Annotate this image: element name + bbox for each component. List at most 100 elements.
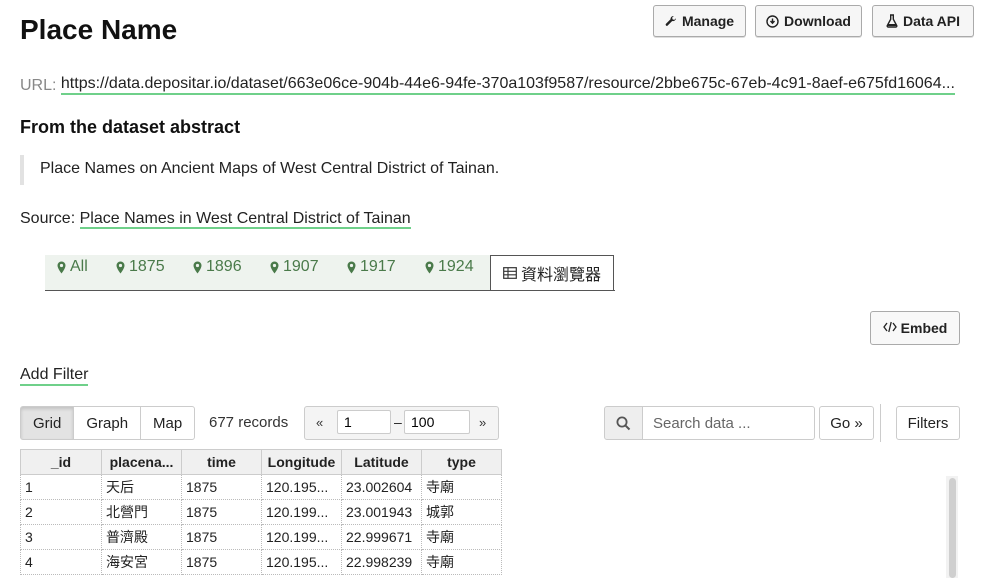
table-cell: 120.195... [261,474,342,500]
embed-label: Embed [900,320,948,336]
table-cell: 城郭 [421,499,502,525]
tab-1924[interactable]: 1924 [425,258,474,276]
manage-label: Manage [681,13,735,29]
column-header[interactable]: placena... [101,449,182,475]
table-cell: 1875 [181,524,262,550]
tab-1875[interactable]: 1875 [116,258,165,276]
search-group [604,406,815,440]
embed-button[interactable]: Embed [870,311,960,345]
tab-1917[interactable]: 1917 [347,258,396,276]
abstract-text: Place Names on Ancient Maps of West Cent… [40,160,500,177]
filters-button[interactable]: Filters [896,406,960,440]
tab-1907[interactable]: 1907 [270,258,319,276]
wrench-icon [665,15,677,27]
data-grid: _id placena... time Longitude Latitude t… [20,449,502,575]
column-header[interactable]: _id [20,449,102,475]
source-line: Source: Place Names in West Central Dist… [20,210,411,229]
toolbar-divider [880,404,881,442]
table-cell: 寺廟 [421,474,502,500]
tab-data-explorer[interactable]: 資料瀏覽器 [490,255,614,290]
table-row[interactable]: 4 海安宮 1875 120.195... 22.998239 寺廟 [20,549,502,575]
table-cell: 22.998239 [341,549,422,575]
table-cell: 海安宮 [101,549,182,575]
column-header[interactable]: Longitude [261,449,342,475]
table-cell: 寺廟 [421,524,502,550]
map-marker-icon [347,261,356,274]
page-title: Place Name [20,14,178,45]
graph-view-button[interactable]: Graph [73,406,142,440]
map-view-button[interactable]: Map [140,406,196,440]
page-range-dash: – [394,414,402,430]
source-label: Source: [20,210,76,227]
page-from-input[interactable] [337,410,391,434]
grid-scrollbar[interactable] [946,476,958,578]
table-cell: 120.195... [261,549,342,575]
scrollbar-thumb[interactable] [949,478,956,578]
download-label: Download [784,13,851,29]
map-marker-icon [425,261,434,274]
table-icon [503,267,517,279]
search-input[interactable] [643,406,815,440]
table-cell: 3 [20,524,102,550]
grid-view-button[interactable]: Grid [20,406,75,440]
table-cell: 22.999671 [341,524,422,550]
column-header[interactable]: Latitude [341,449,422,475]
table-cell: 120.199... [261,524,342,550]
table-cell: 23.001943 [341,499,422,525]
url-label: URL: [20,77,57,94]
manage-button[interactable]: Manage [653,5,746,37]
table-cell: 1875 [181,549,262,575]
resource-url-link[interactable]: https://data.depositar.io/dataset/663e06… [60,75,955,95]
tab-1875-label: 1875 [129,258,165,275]
view-tabs: All 1875 1896 1907 1917 1924 資料瀏覽器 [45,255,615,291]
table-cell: 1875 [181,474,262,500]
record-count: 677 records [209,414,289,431]
prev-page-button[interactable]: « [316,415,323,430]
table-row[interactable]: 1 天后 1875 120.195... 23.002604 寺廟 [20,474,502,500]
tab-1907-label: 1907 [283,258,319,275]
tab-data-explorer-label: 資料瀏覽器 [520,267,601,284]
pagination: « – » [304,406,499,440]
download-button[interactable]: Download [755,5,862,37]
data-api-label: Data API [902,13,961,29]
table-cell: 普濟殿 [101,524,182,550]
source-link[interactable]: Place Names in West Central District of … [79,210,411,229]
map-marker-icon [116,261,125,274]
table-row[interactable]: 3 普濟殿 1875 120.199... 22.999671 寺廟 [20,524,502,550]
table-cell: 23.002604 [341,474,422,500]
resource-url-line: URL: https://data.depositar.io/dataset/6… [20,75,955,95]
code-icon [882,320,897,336]
grid-header-row: _id placena... time Longitude Latitude t… [20,449,502,475]
map-marker-icon [57,261,66,274]
go-button[interactable]: Go » [819,406,874,440]
abstract-heading: From the dataset abstract [20,117,241,137]
search-icon [604,406,643,440]
view-mode-buttons: Grid Graph Map [20,406,196,440]
column-header[interactable]: type [421,449,502,475]
next-page-button[interactable]: » [479,415,486,430]
tab-1924-label: 1924 [438,258,474,275]
data-api-button[interactable]: Data API [872,5,974,37]
download-circle-icon [766,14,779,28]
table-cell: 1875 [181,499,262,525]
table-cell: 120.199... [261,499,342,525]
tab-1917-label: 1917 [360,258,396,275]
tab-all[interactable]: All [57,258,88,276]
table-cell: 4 [20,549,102,575]
map-marker-icon [270,261,279,274]
tab-all-label: All [70,258,88,275]
flask-icon [886,14,898,28]
tab-1896[interactable]: 1896 [193,258,242,276]
column-header[interactable]: time [181,449,262,475]
table-cell: 寺廟 [421,549,502,575]
table-cell: 1 [20,474,102,500]
table-cell: 天后 [101,474,182,500]
abstract-blockquote: Place Names on Ancient Maps of West Cent… [20,155,724,185]
table-cell: 2 [20,499,102,525]
add-filter-link[interactable]: Add Filter [20,366,89,386]
map-marker-icon [193,261,202,274]
tab-1896-label: 1896 [206,258,242,275]
table-cell: 北營門 [101,499,182,525]
page-to-input[interactable] [404,410,470,434]
table-row[interactable]: 2 北營門 1875 120.199... 23.001943 城郭 [20,499,502,525]
